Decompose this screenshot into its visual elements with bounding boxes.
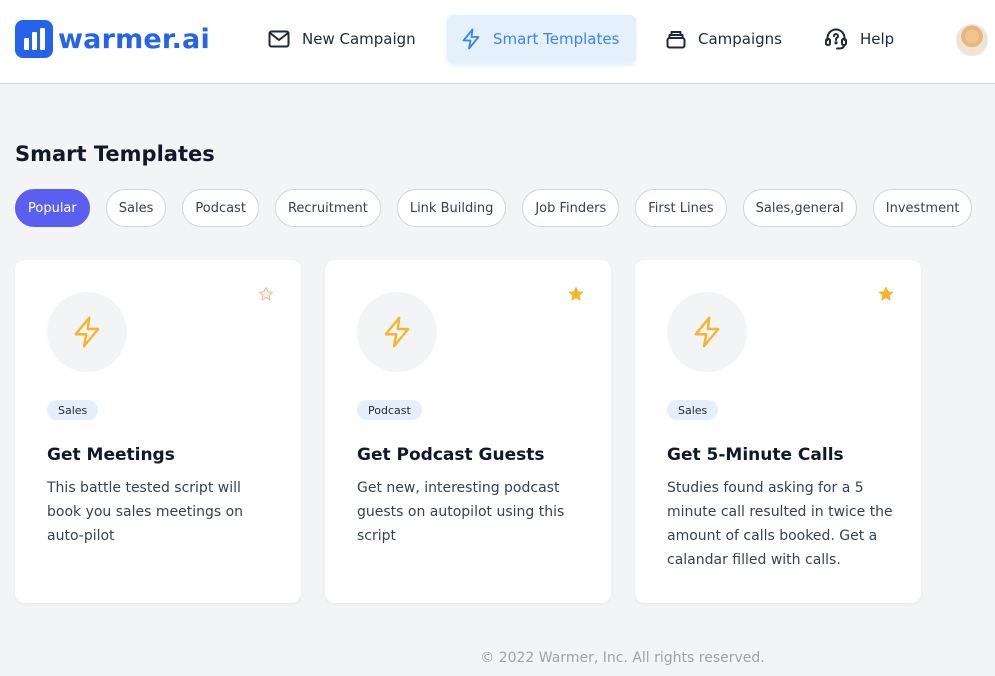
card-tag: Podcast [357, 400, 422, 420]
star-filled-icon[interactable] [568, 286, 584, 302]
filter-podcast[interactable]: Podcast [182, 189, 259, 227]
filter-sales[interactable]: Sales [105, 189, 167, 227]
nav-campaigns-label: Campaigns [698, 30, 783, 48]
card-description: Get new, interesting podcast guests on a… [357, 480, 565, 544]
footer-copyright: © 2022 Warmer, Inc. All rights reserved. [480, 650, 765, 666]
filter-investment[interactable]: Investment [872, 189, 973, 227]
filter-recruitment[interactable]: Recruitment [274, 189, 381, 227]
template-card-get-meetings[interactable]: Sales Get Meetings This battle tested sc… [15, 260, 301, 603]
card-title: Get Meetings [47, 445, 175, 465]
filter-first-lines[interactable]: First Lines [635, 189, 727, 227]
card-tag: Sales [667, 400, 719, 420]
filter-sales-general[interactable]: Sales,general [742, 189, 857, 227]
card-icon-circle [667, 292, 747, 372]
brand-logo[interactable]: warmer.ai [15, 20, 210, 58]
nav-campaigns[interactable]: Campaigns [666, 15, 796, 63]
mail-icon [268, 30, 290, 48]
star-filled-icon[interactable] [878, 286, 894, 302]
user-avatar[interactable] [956, 24, 988, 56]
lightning-icon [462, 28, 480, 50]
brand-name: warmer.ai [58, 23, 210, 55]
nav-new-campaign-label: New Campaign [302, 30, 416, 48]
lightning-icon [384, 316, 410, 348]
card-title: Get 5-Minute Calls [667, 445, 844, 465]
nav-help[interactable]: Help [824, 15, 914, 63]
template-card-get-5-minute-calls[interactable]: Sales Get 5-Minute Calls Studies found a… [635, 260, 921, 603]
nav-new-campaign[interactable]: New Campaign [268, 15, 428, 63]
top-navbar: warmer.ai New Campaign Smart Templates C… [0, 0, 995, 84]
nav-smart-templates-label: Smart Templates [493, 30, 620, 48]
headset-icon [825, 28, 847, 50]
star-outline-icon[interactable] [258, 286, 274, 302]
card-icon-circle [47, 292, 127, 372]
lightning-icon [74, 316, 100, 348]
card-tag: Sales [47, 400, 99, 420]
filter-link-building[interactable]: Link Building [396, 189, 507, 227]
filter-popular[interactable]: Popular [15, 189, 90, 227]
nav-smart-templates[interactable]: Smart Templates [447, 15, 636, 63]
card-description: This battle tested script will book you … [47, 480, 244, 544]
filter-job-finders[interactable]: Job Finders [522, 189, 620, 227]
page-title: Smart Templates [15, 142, 215, 166]
card-icon-circle [357, 292, 437, 372]
logo-mark-icon [15, 20, 53, 58]
template-card-get-podcast-guests[interactable]: Podcast Get Podcast Guests Get new, inte… [325, 260, 611, 603]
card-title: Get Podcast Guests [357, 445, 545, 465]
stack-icon [666, 31, 686, 49]
nav-help-label: Help [860, 30, 895, 48]
filter-chips: Popular Sales Podcast Recruitment Link B… [15, 189, 973, 227]
card-description: Studies found asking for a 5 minute call… [667, 480, 893, 568]
lightning-icon [694, 316, 720, 348]
